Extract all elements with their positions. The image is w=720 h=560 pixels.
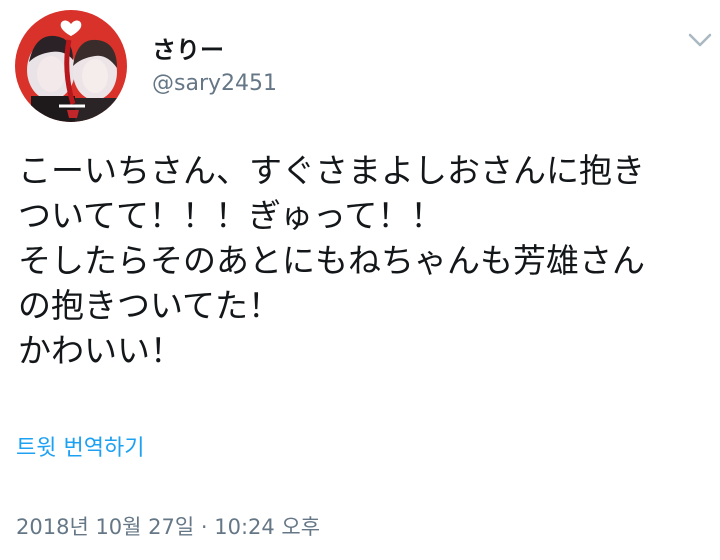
tweet-timestamp[interactable]: 2018년 10월 27일 · 10:24 오후 [16,512,320,542]
profile-photo [15,10,127,122]
tweet-text-line: こーいちさん、すぐさまよしおさんに抱き [18,151,645,190]
display-name[interactable]: さりー [152,36,224,64]
avatar[interactable] [15,10,127,122]
tweet-text: こーいちさん、すぐさまよしおさんに抱き ついてて！！！ぎゅって！！ そしたらその… [18,148,708,373]
tweet-text-line: ついてて！！！ぎゅって！！ [18,196,444,235]
tweet-text-line: そしたらそのあとにもねちゃんも芳雄さん [18,241,645,280]
tweet-menu-button[interactable] [684,26,716,54]
translate-tweet-link[interactable]: 트윗 번역하기 [16,434,144,464]
tweet-text-line: の抱きついてた！ [18,286,282,325]
tweet-detail: さりー @sary2451 こーいちさん、すぐさまよしおさんに抱き ついてて！！… [0,0,720,560]
user-handle[interactable]: @sary2451 [152,70,277,98]
tweet-text-line: かわいい！ [18,331,183,370]
chevron-down-icon [688,33,712,47]
